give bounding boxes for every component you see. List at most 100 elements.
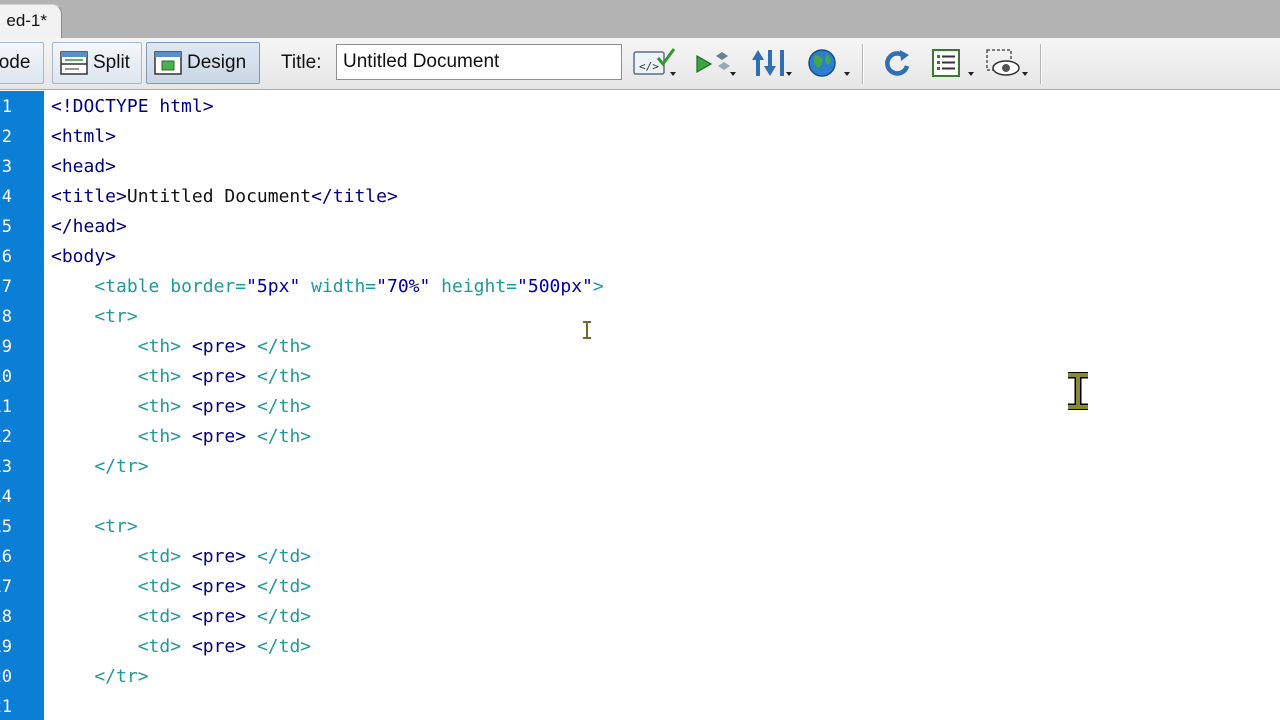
validate-markup-caret-icon (670, 72, 676, 76)
code-line: <tr> (51, 306, 138, 327)
code-line: <td> <pre> </td> (51, 602, 311, 632)
table-open-tag: <table (94, 276, 160, 297)
th-open-tag: <th> (137, 366, 182, 387)
line-number: 18 (0, 607, 12, 627)
td-close-tag: </td> (256, 636, 312, 657)
document-title-input[interactable] (336, 44, 622, 80)
th-close-tag: </th> (256, 426, 312, 447)
border-value: "5px" (246, 276, 301, 297)
line-number: 17 (0, 577, 12, 597)
code-line: <html> (51, 126, 117, 147)
td-open-tag: <td> (137, 606, 182, 627)
line-number: 16 (0, 547, 12, 567)
code-line: <th> <pre> </th> (51, 392, 311, 422)
line-number: 19 (0, 637, 12, 657)
code-line: <body> (51, 246, 117, 267)
visual-aids-button[interactable] (984, 46, 1030, 80)
line-number: 6 (1, 247, 12, 267)
toolbar-separator (862, 44, 863, 84)
td-open-tag: <td> (137, 636, 182, 657)
line-number: 7 (1, 277, 12, 297)
code-line: <!DOCTYPE html> (51, 96, 214, 117)
pre-tag: <pre> (191, 366, 247, 387)
code-line: </tr> (51, 456, 149, 477)
th-close-tag: </th> (256, 336, 312, 357)
th-close-tag: </th> (256, 396, 312, 417)
design-view-icon (154, 51, 182, 75)
line-number: 1 (1, 97, 12, 117)
document-toolbar: Code Split Design Title: </> (0, 38, 1280, 90)
title-text: Untitled Document (126, 186, 312, 207)
document-tab-label: ed-1* (6, 11, 47, 30)
table-open-tag-end: > (592, 276, 604, 297)
pre-tag: <pre> (191, 396, 247, 417)
line-number: 5 (1, 217, 12, 237)
validate-markup-button[interactable]: </> (632, 46, 678, 80)
code-line: <td> <pre> </td> (51, 572, 311, 602)
live-view-button[interactable] (692, 46, 738, 80)
line-number: 10 (0, 367, 12, 387)
preview-in-browser-caret-icon (844, 72, 850, 76)
document-tab[interactable]: ed-1* (0, 4, 62, 38)
document-tab-strip: ed-1* (0, 0, 1280, 38)
preview-in-browser-button[interactable] (806, 46, 852, 80)
line-number: 14 (0, 487, 12, 507)
line-number: 13 (0, 457, 12, 477)
code-line: <td> <pre> </td> (51, 632, 311, 662)
code-line: </tr> (51, 666, 149, 687)
mouse-ibeam-cursor-icon (1068, 372, 1088, 410)
split-view-button[interactable]: Split (52, 42, 142, 84)
border-attribute: border= (159, 276, 247, 297)
code-line: <head> (51, 156, 117, 177)
td-close-tag: </td> (256, 606, 312, 627)
line-number: 4 (1, 187, 12, 207)
th-open-tag: <th> (137, 336, 182, 357)
td-close-tag: </td> (256, 546, 312, 567)
pre-tag: <pre> (191, 606, 247, 627)
title-label: Title: (281, 52, 322, 73)
line-number: 21 (0, 697, 12, 717)
line-number: 12 (0, 427, 12, 447)
pre-tag: <pre> (191, 636, 247, 657)
visual-aids-caret-icon (1022, 72, 1028, 76)
line-number: 9 (1, 337, 12, 357)
split-view-label: Split (93, 52, 130, 73)
code-line: <table border="5px" width="70%" height="… (51, 272, 604, 302)
pre-tag: <pre> (191, 546, 247, 567)
td-open-tag: <td> (137, 576, 182, 597)
height-attribute: height= (430, 276, 518, 297)
code-line: <td> <pre> </td> (51, 542, 311, 572)
width-attribute: width= (300, 276, 377, 297)
code-line: <th> <pre> </th> (51, 362, 311, 392)
file-management-button[interactable] (748, 46, 794, 80)
code-line: <th> <pre> </th> (51, 422, 311, 452)
th-close-tag: </th> (256, 366, 312, 387)
code-line: </head> (51, 216, 127, 237)
svg-text:</>: </> (639, 60, 659, 73)
design-view-button[interactable]: Design (146, 42, 260, 84)
line-number: 3 (1, 157, 12, 177)
width-value: "70%" (376, 276, 431, 297)
line-number: 20 (0, 667, 12, 687)
view-options-caret-icon (968, 72, 974, 76)
code-view-button[interactable]: Code (0, 42, 44, 84)
code-line: <tr> (51, 516, 138, 537)
line-number: 2 (1, 127, 12, 147)
refresh-icon (885, 50, 910, 76)
title-open-tag: <title> (51, 186, 127, 207)
line-number: 15 (0, 517, 12, 537)
refresh-button[interactable] (880, 46, 926, 80)
td-open-tag: <td> (137, 546, 182, 567)
view-options-button[interactable] (930, 46, 976, 80)
code-view-label: Code (0, 52, 31, 73)
title-close-tag: </title> (311, 186, 398, 207)
line-number: 11 (0, 397, 12, 417)
th-open-tag: <th> (137, 396, 182, 417)
pre-tag: <pre> (191, 336, 247, 357)
pre-tag: <pre> (191, 426, 247, 447)
design-view-label: Design (187, 52, 247, 73)
th-open-tag: <th> (137, 426, 182, 447)
file-management-caret-icon (786, 72, 792, 76)
line-number-gutter: 1 2 3 4 5 6 7 8 9 10 11 12 13 14 15 16 1… (0, 91, 44, 720)
split-view-icon (60, 51, 88, 75)
